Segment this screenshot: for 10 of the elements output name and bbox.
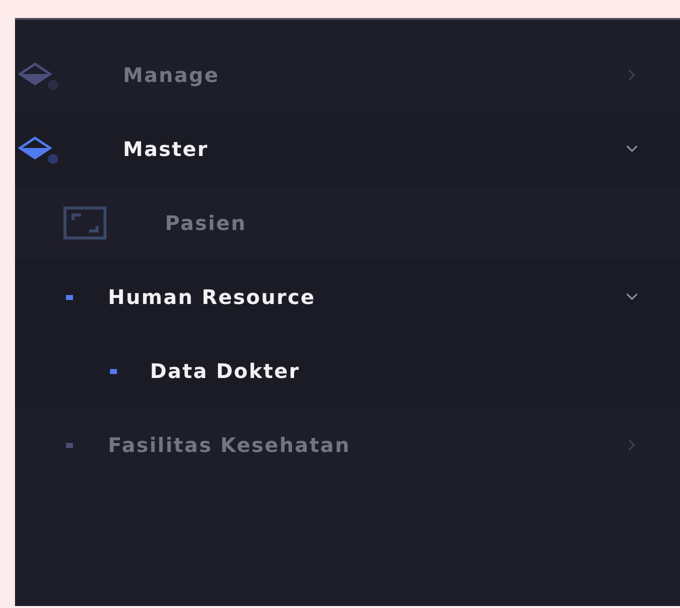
menu-item[interactable]: Data Dokter [15, 334, 680, 408]
bullet-icon [110, 368, 117, 374]
menu-item[interactable]: Fasilitas Kesehatan [15, 408, 680, 482]
bullet-icon [66, 442, 73, 448]
bullet-icon [66, 294, 73, 300]
frame-icon [63, 206, 107, 240]
menu-item[interactable]: Human Resource [15, 260, 680, 334]
menu-item[interactable]: Master [15, 112, 680, 186]
menu-item[interactable]: Pasien [15, 186, 680, 260]
menu-item[interactable]: Manage [15, 38, 680, 112]
